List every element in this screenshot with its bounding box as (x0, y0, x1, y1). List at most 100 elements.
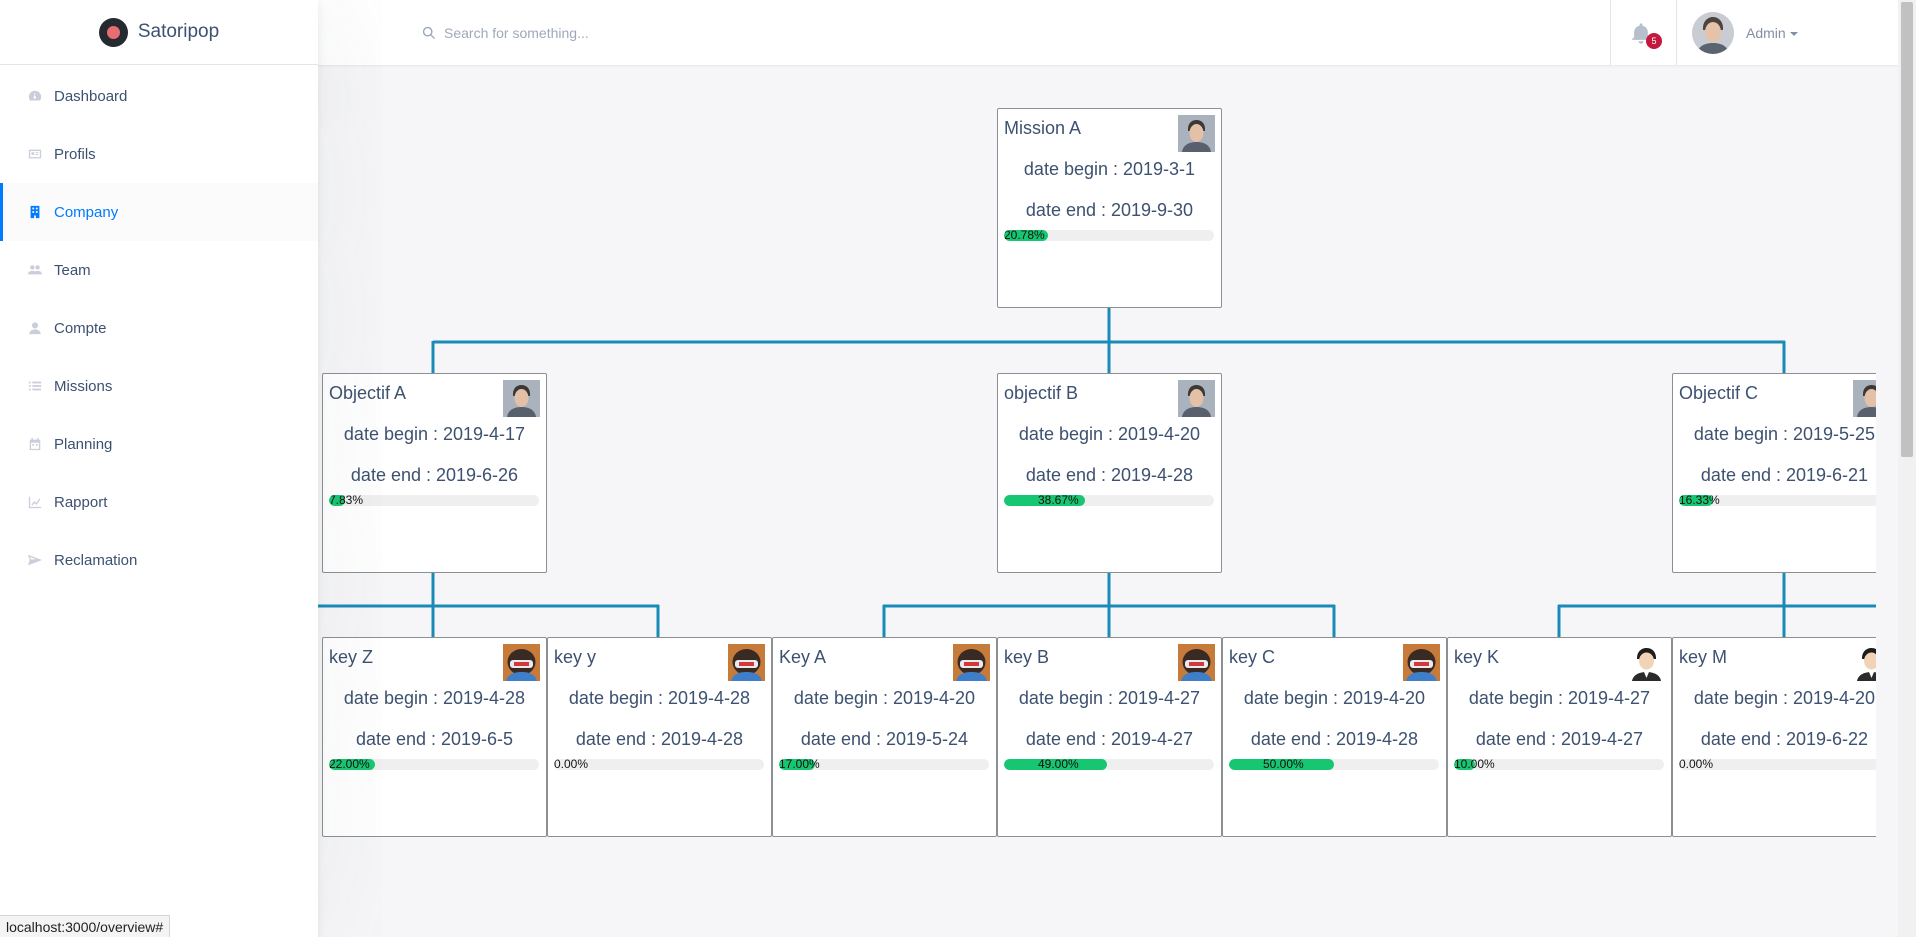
list-icon (28, 379, 42, 393)
node-date-end: date end : 2019-4-28 (575, 729, 744, 749)
sidebar-item-missions[interactable]: Missions (0, 357, 318, 415)
progress-label: 0.00% (1679, 759, 1714, 770)
header-divider (1676, 0, 1677, 65)
node-date-begin: date begin : 2019-4-28 (568, 688, 751, 708)
progress-bar: 7.83% (329, 495, 539, 506)
browser-status-url: localhost:3000/overview# (0, 915, 171, 937)
brand-logo-icon (98, 17, 128, 47)
org-node-mission[interactable]: Mission A date begin : 2019-3-1 date end… (997, 108, 1222, 308)
node-date-end: date end : 2019-6-21 (1700, 465, 1869, 485)
node-date-begin: date begin : 2019-5-25 (1693, 424, 1876, 444)
org-node-key[interactable]: key M date begin : 2019-4-20 date end : … (1672, 637, 1876, 837)
sidebar-item-company[interactable]: Company (0, 183, 318, 241)
sidebar-item-label: Team (54, 261, 91, 279)
search-bar (422, 21, 1022, 45)
progress-bar: 38.67% (1004, 495, 1214, 506)
node-date-begin: date begin : 2019-4-20 (1243, 688, 1426, 708)
sidebar-item-label: Missions (54, 377, 113, 395)
astronaut-avatar-icon (503, 644, 540, 681)
progress-label: 16.33% (1679, 495, 1720, 506)
org-node-key[interactable]: key Z date begin : 2019-4-28 date end : … (322, 637, 547, 837)
notifications-badge: 5 (1646, 33, 1662, 49)
node-date-end: date end : 2019-9-30 (1025, 200, 1194, 220)
node-date-begin: date begin : 2019-4-27 (1018, 688, 1201, 708)
vertical-scrollbar[interactable] (1898, 0, 1916, 937)
sidebar-item-label: Company (54, 203, 119, 221)
node-date-end: date end : 2019-6-5 (355, 729, 514, 749)
node-date-begin: date begin : 2019-3-1 (1023, 159, 1196, 179)
node-title: Objectif C (1679, 383, 1759, 403)
sidebar-item-profils[interactable]: Profils (0, 125, 318, 183)
man-avatar-icon (1178, 380, 1215, 417)
node-date-begin: date begin : 2019-4-20 (1018, 424, 1201, 444)
org-node-objective[interactable]: objectif B date begin : 2019-4-20 date e… (997, 373, 1222, 573)
sidebar-item-label: Profils (54, 145, 96, 163)
cartoon-man-avatar-icon (1853, 644, 1876, 681)
node-date-begin: date begin : 2019-4-17 (343, 424, 526, 444)
user-name: Admin (1746, 25, 1798, 41)
man-avatar-icon (1853, 380, 1876, 417)
progress-bar: 20.78% (1004, 230, 1214, 241)
org-node-key[interactable]: key K date begin : 2019-4-27 date end : … (1447, 637, 1672, 837)
man-avatar-icon (1178, 115, 1215, 152)
org-node-key[interactable]: Key A date begin : 2019-4-20 date end : … (772, 637, 997, 837)
header-divider (1610, 0, 1611, 65)
node-date-begin: date begin : 2019-4-20 (793, 688, 976, 708)
dashboard-icon (28, 89, 42, 103)
top-navbar: 5 Admin (318, 0, 1898, 65)
sidebar-item-compte[interactable]: Compte (0, 299, 318, 357)
brand[interactable]: Satoripop (0, 0, 318, 65)
sidebar-item-planning[interactable]: Planning (0, 415, 318, 473)
org-node-key[interactable]: key B date begin : 2019-4-27 date end : … (997, 637, 1222, 837)
user-menu[interactable]: Admin (1692, 12, 1798, 54)
astronaut-avatar-icon (953, 644, 990, 681)
node-date-begin: date begin : 2019-4-20 (1693, 688, 1876, 708)
cartoon-man-avatar-icon (1628, 644, 1665, 681)
progress-label: 49.00% (1038, 759, 1079, 770)
org-node-key[interactable]: key C date begin : 2019-4-20 date end : … (1222, 637, 1447, 837)
sidebar-item-team[interactable]: Team (0, 241, 318, 299)
man-avatar-icon (503, 380, 540, 417)
sidebar-item-label: Dashboard (54, 87, 128, 105)
org-chart: Mission A date begin : 2019-3-1 date end… (318, 65, 1876, 937)
astronaut-avatar-icon (728, 644, 765, 681)
progress-label: 17.00% (779, 759, 820, 770)
progress-bar: 22.00% (329, 759, 539, 770)
scrollbar-thumb[interactable] (1901, 2, 1913, 457)
sidebar-item-label: Rapport (54, 493, 108, 511)
progress-label: 10.00% (1454, 759, 1495, 770)
sidebar-item-reclamation[interactable]: Reclamation (0, 531, 318, 589)
node-date-end: date end : 2019-4-27 (1475, 729, 1644, 749)
org-node-key[interactable]: key y date begin : 2019-4-28 date end : … (547, 637, 772, 837)
node-date-end: date end : 2019-6-22 (1700, 729, 1869, 749)
org-node-objective[interactable]: Objectif A date begin : 2019-4-17 date e… (322, 373, 547, 573)
sidebar-item-label: Reclamation (54, 551, 138, 569)
node-title: key M (1679, 647, 1728, 667)
sidebar: Satoripop Dashboard Profils Company Team (0, 0, 318, 937)
calendar-icon (28, 437, 42, 451)
avatar (1692, 12, 1734, 54)
node-date-end: date end : 2019-4-27 (1025, 729, 1194, 749)
caret-down-icon (1789, 32, 1798, 37)
id-card-icon (28, 147, 42, 161)
sidebar-item-label: Compte (54, 319, 107, 337)
sidebar-nav: Dashboard Profils Company Team Compte Mi… (0, 67, 318, 589)
notifications-button[interactable]: 5 (1630, 22, 1662, 49)
progress-label: 20.78% (1004, 230, 1045, 241)
org-node-objective[interactable]: Objectif C date begin : 2019-5-25 date e… (1672, 373, 1876, 573)
astronaut-avatar-icon (1403, 644, 1440, 681)
building-icon (28, 205, 42, 219)
progress-bar: 49.00% (1004, 759, 1214, 770)
sidebar-item-dashboard[interactable]: Dashboard (0, 67, 318, 125)
progress-bar: 0.00% (1679, 759, 1876, 770)
person-icon (28, 321, 42, 335)
progress-label: 7.83% (329, 495, 364, 506)
sidebar-item-label: Planning (54, 435, 113, 453)
progress-label: 38.67% (1038, 495, 1079, 506)
node-date-end: date end : 2019-6-26 (350, 465, 519, 485)
sidebar-item-rapport[interactable]: Rapport (0, 473, 318, 531)
astronaut-avatar-icon (1178, 644, 1215, 681)
search-input[interactable] (444, 25, 1004, 41)
search-icon (422, 26, 436, 40)
node-date-end: date end : 2019-4-28 (1250, 729, 1419, 749)
